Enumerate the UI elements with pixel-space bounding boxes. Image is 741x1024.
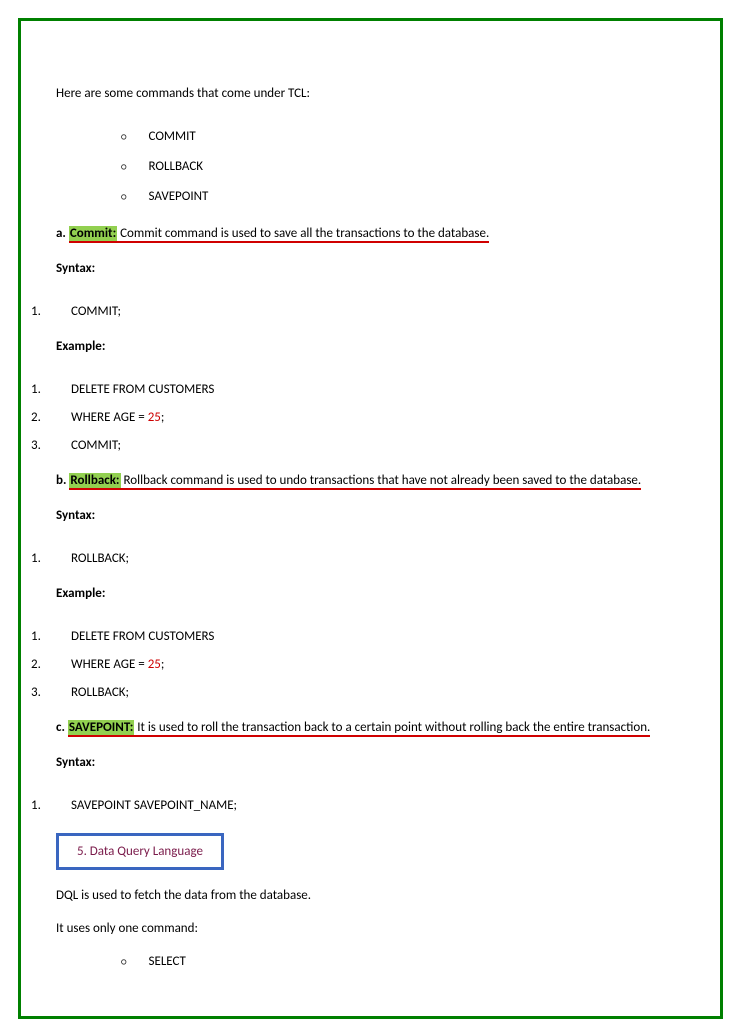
bullet-icon: ○	[121, 955, 127, 968]
code-line: 1. ROLLBACK;	[31, 551, 700, 566]
syntax-label: Syntax:	[56, 508, 700, 523]
rollback-title: Rollback:	[69, 473, 120, 488]
letter-prefix: c.	[56, 720, 68, 735]
commit-syntax-block: 1. COMMIT;	[31, 304, 700, 319]
savepoint-title: SAVEPOINT:	[68, 720, 134, 735]
code-text: COMMIT;	[71, 438, 121, 453]
page-frame: Here are some commands that come under T…	[18, 18, 723, 1019]
list-item: ○ ROLLBACK	[121, 159, 700, 174]
syntax-label: Syntax:	[56, 261, 700, 276]
dql-heading-box: 5. Data Query Language	[56, 833, 224, 870]
savepoint-desc: It is used to roll the transaction back …	[134, 720, 650, 735]
line-number: 3.	[31, 438, 71, 453]
line-number: 2.	[31, 410, 71, 425]
list-item: ○ SELECT	[121, 954, 700, 969]
rollback-example-block: 1. DELETE FROM CUSTOMERS 2. WHERE AGE = …	[31, 629, 700, 700]
code-text: ROLLBACK;	[71, 551, 129, 566]
code-line: 1. COMMIT;	[31, 304, 700, 319]
content: Here are some commands that come under T…	[41, 86, 700, 969]
commit-desc: Commit command is used to save all the t…	[117, 226, 489, 241]
list-item: ○ SAVEPOINT	[121, 189, 700, 204]
code-text: ROLLBACK;	[71, 685, 129, 700]
bullet-icon: ○	[121, 130, 127, 143]
code-text: COMMIT;	[71, 304, 121, 319]
code-line: 1. SAVEPOINT SAVEPOINT_NAME;	[31, 798, 700, 813]
example-label: Example:	[56, 586, 700, 601]
list-item-label: SELECT	[149, 954, 186, 969]
code-line: 1. DELETE FROM CUSTOMERS	[31, 382, 700, 397]
list-item-label: COMMIT	[149, 129, 196, 144]
line-number: 3.	[31, 685, 71, 700]
rollback-desc: Rollback command is used to undo transac…	[121, 473, 642, 488]
syntax-label: Syntax:	[56, 755, 700, 770]
line-number: 1.	[31, 798, 71, 813]
commit-example-block: 1. DELETE FROM CUSTOMERS 2. WHERE AGE = …	[31, 382, 700, 453]
code-line: 2. WHERE AGE = 25;	[31, 657, 700, 672]
list-item-label: SAVEPOINT	[149, 189, 209, 204]
letter-prefix: a.	[56, 226, 69, 241]
list-item: ○ COMMIT	[121, 129, 700, 144]
line-number: 1.	[31, 382, 71, 397]
dql-line1: DQL is used to fetch the data from the d…	[56, 888, 700, 903]
example-label: Example:	[56, 339, 700, 354]
code-text: DELETE FROM CUSTOMERS	[71, 382, 214, 397]
letter-prefix: b.	[56, 473, 69, 488]
tcl-command-list: ○ COMMIT ○ ROLLBACK ○ SAVEPOINT	[121, 129, 700, 204]
code-line: 3. ROLLBACK;	[31, 685, 700, 700]
bullet-icon: ○	[121, 160, 127, 173]
intro-text: Here are some commands that come under T…	[56, 86, 700, 101]
line-number: 1.	[31, 551, 71, 566]
code-line: 2. WHERE AGE = 25;	[31, 410, 700, 425]
commit-title: Commit:	[69, 226, 117, 241]
list-item-label: ROLLBACK	[149, 159, 204, 174]
line-number: 2.	[31, 657, 71, 672]
commit-heading: a. Commit: Commit command is used to sav…	[56, 226, 700, 241]
code-text: WHERE AGE = 25;	[71, 410, 164, 425]
rollback-syntax-block: 1. ROLLBACK;	[31, 551, 700, 566]
bullet-icon: ○	[121, 190, 127, 203]
savepoint-heading: c. SAVEPOINT: It is used to roll the tra…	[56, 720, 700, 735]
dql-command-list: ○ SELECT	[121, 954, 700, 969]
line-number: 1.	[31, 629, 71, 644]
rollback-heading: b. Rollback: Rollback command is used to…	[56, 473, 700, 488]
code-line: 1. DELETE FROM CUSTOMERS	[31, 629, 700, 644]
line-number: 1.	[31, 304, 71, 319]
dql-heading-text: 5. Data Query Language	[77, 844, 203, 859]
code-text: WHERE AGE = 25;	[71, 657, 164, 672]
code-text: SAVEPOINT SAVEPOINT_NAME;	[71, 798, 237, 813]
savepoint-syntax-block: 1. SAVEPOINT SAVEPOINT_NAME;	[31, 798, 700, 813]
dql-line2: It uses only one command:	[56, 921, 700, 936]
code-line: 3. COMMIT;	[31, 438, 700, 453]
code-text: DELETE FROM CUSTOMERS	[71, 629, 214, 644]
